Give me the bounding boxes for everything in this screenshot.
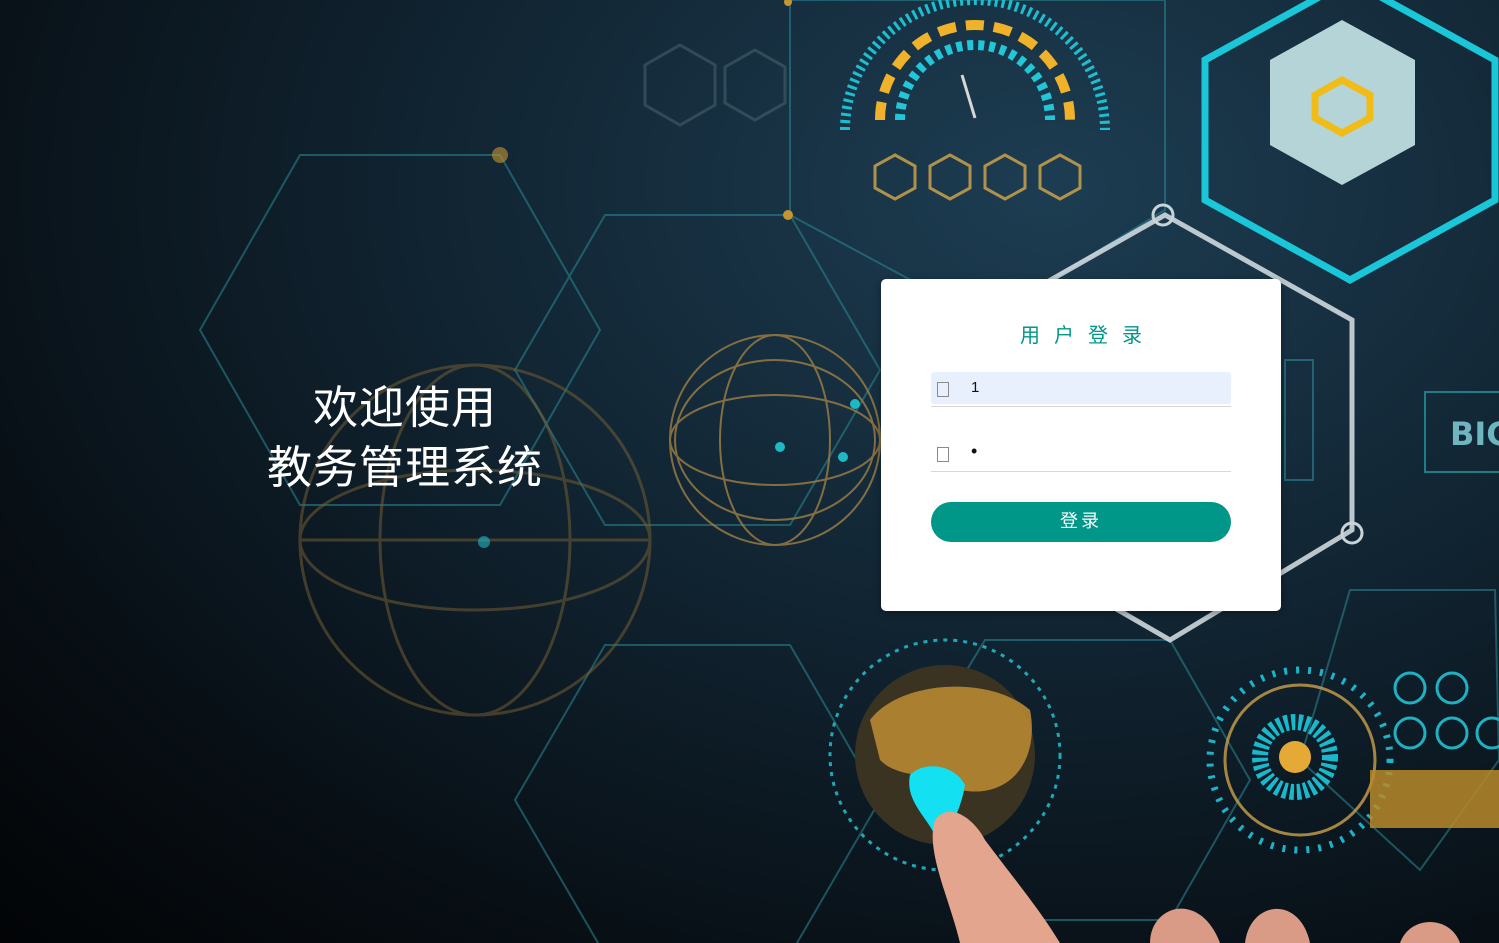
welcome-line-1: 欢迎使用 [312,381,497,434]
password-field[interactable]: • [931,437,1231,472]
big-panel-text: BIG [1450,415,1499,453]
user-icon [937,382,949,397]
welcome-heading: 欢迎使用 教务管理系统 [200,378,610,498]
username-value[interactable]: 1 [971,379,979,396]
login-button[interactable]: 登录 [931,502,1231,542]
welcome-line-2: 教务管理系统 [266,441,543,494]
username-field[interactable]: 1 [931,372,1231,407]
lock-icon [937,447,949,462]
password-value[interactable]: • [971,441,977,462]
login-card: 用户登录 1 • 登录 [881,279,1281,611]
login-title: 用户登录 [1020,323,1156,347]
